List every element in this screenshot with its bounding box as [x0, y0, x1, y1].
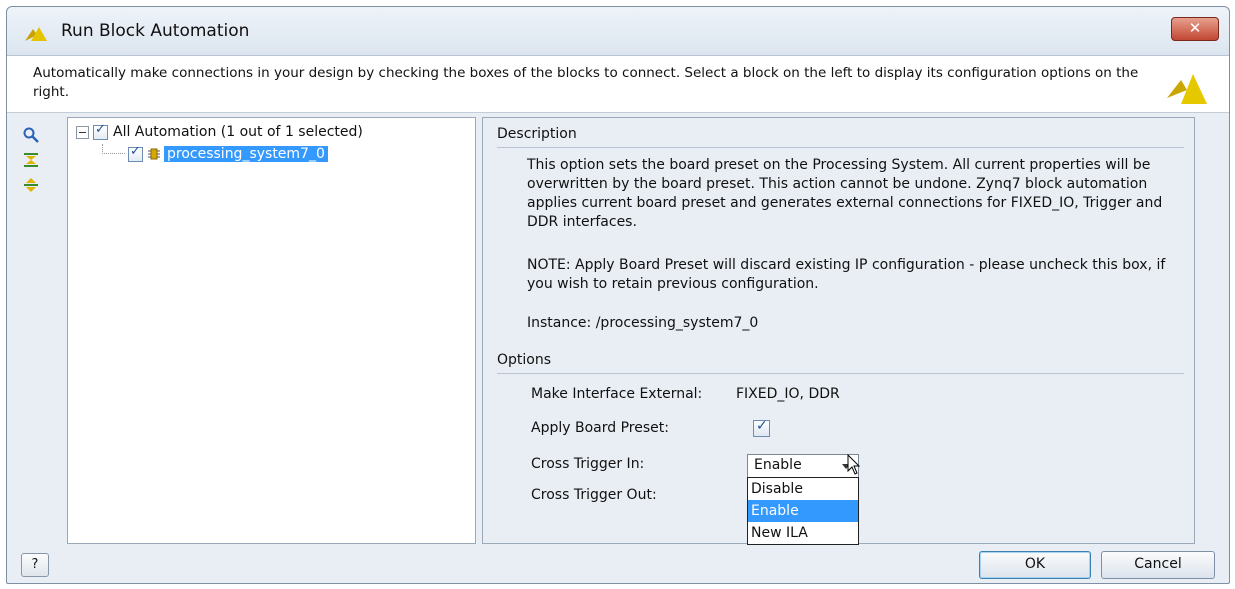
mouse-cursor-icon — [847, 454, 861, 475]
instance-path: Instance: /processing_system7_0 — [527, 315, 759, 331]
dropdown-option-new-ila[interactable]: New ILA — [748, 522, 858, 544]
tree-child-row[interactable]: processing_system7_0 — [102, 144, 328, 164]
make-interface-value: FIXED_IO, DDR — [736, 386, 840, 402]
collapse-all-icon — [24, 153, 38, 167]
description-paragraph-1: This option sets the board preset on the… — [527, 157, 1163, 230]
apply-preset-label: Apply Board Preset: — [531, 420, 669, 436]
configuration-panel: Description This option sets the board p… — [482, 117, 1195, 545]
dropdown-option-enable[interactable]: Enable — [748, 500, 858, 522]
cross-trigger-in-value: Enable — [754, 457, 802, 473]
cross-trigger-out-label: Cross Trigger Out: — [531, 487, 657, 503]
tree-root-row[interactable]: All Automation (1 out of 1 selected) — [76, 122, 363, 142]
run-block-automation-dialog: Run Block Automation ✕ Automatically mak… — [6, 6, 1230, 584]
make-interface-label: Make Interface External: — [531, 386, 703, 402]
xilinx-logo-icon — [1167, 74, 1207, 104]
ip-block-icon — [148, 148, 160, 160]
cross-trigger-in-label: Cross Trigger In: — [531, 456, 645, 472]
window-title: Run Block Automation — [61, 21, 250, 41]
title-bar[interactable]: Run Block Automation ✕ — [7, 7, 1229, 56]
tree-toolbar — [19, 123, 55, 198]
cross-trigger-dropdown-list: Disable Enable New ILA — [747, 477, 859, 545]
tree-connector — [102, 144, 125, 154]
collapse-toggle[interactable] — [76, 125, 89, 139]
description-header: Description — [497, 126, 577, 142]
collapse-all-button[interactable] — [19, 148, 43, 172]
processing-system-checkbox[interactable] — [128, 144, 143, 162]
search-button[interactable] — [19, 123, 43, 147]
cancel-button[interactable]: Cancel — [1101, 551, 1215, 579]
instruction-banner: Automatically make connections in your d… — [7, 56, 1229, 113]
description-divider — [497, 147, 1184, 148]
options-divider — [497, 373, 1184, 374]
dropdown-option-disable[interactable]: Disable — [748, 478, 858, 500]
vivado-logo-icon — [25, 27, 47, 41]
description-paragraph-2: NOTE: Apply Board Preset will discard ex… — [527, 257, 1166, 292]
search-icon — [23, 127, 39, 143]
help-button[interactable]: ? — [21, 553, 49, 577]
automation-tree: All Automation (1 out of 1 selected) pro… — [67, 117, 476, 544]
all-automation-checkbox[interactable] — [93, 122, 108, 140]
close-button[interactable]: ✕ — [1171, 17, 1219, 41]
ok-button[interactable]: OK — [979, 551, 1091, 579]
tree-child-label: processing_system7_0 — [164, 146, 328, 162]
apply-preset-checkbox[interactable] — [753, 418, 770, 437]
tree-root-label: All Automation (1 out of 1 selected) — [113, 124, 363, 140]
expand-all-icon — [24, 178, 38, 192]
instruction-text: Automatically make connections in your d… — [33, 65, 1139, 100]
expand-all-button[interactable] — [19, 173, 43, 197]
cross-trigger-in-select[interactable]: Enable — [747, 454, 859, 478]
options-header: Options — [497, 352, 552, 368]
